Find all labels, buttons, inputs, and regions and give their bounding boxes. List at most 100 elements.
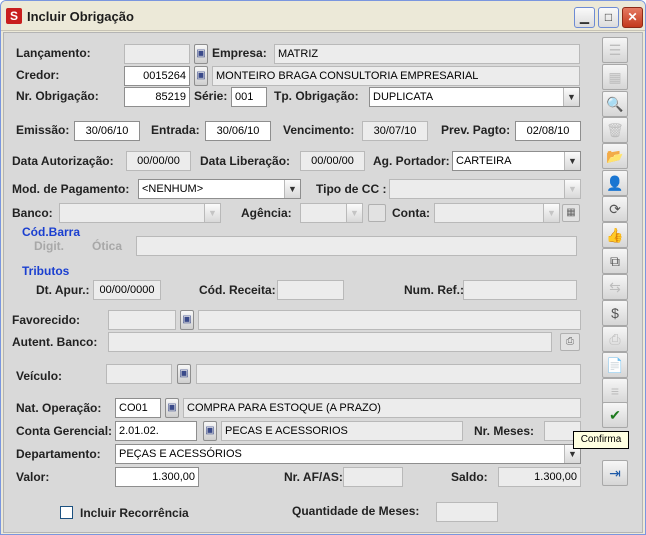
conta-gerencial-code-field[interactable]: 2.01.02. [115,421,197,441]
approve-button[interactable]: 👍 [602,222,628,248]
tp-obrigacao-select[interactable]: DUPLICATA ▼ [369,87,580,107]
window-title: Incluir Obrigação [27,9,134,24]
money-bag-icon: $ [611,305,619,321]
data-liberacao-field[interactable]: 00/00/00 [300,151,365,171]
emissao-field[interactable]: 30/06/10 [74,121,140,141]
vencimento-field[interactable]: 30/07/10 [362,121,428,141]
autent-banco-print-button[interactable]: ⎙ [560,333,580,351]
nr-af-as-field[interactable] [343,467,403,487]
chevron-down-icon[interactable]: ▼ [543,204,559,222]
nr-obrigacao-label: Nr. Obrigação: [16,89,99,103]
valor-field[interactable]: 1.300,00 [115,467,199,487]
num-ref-field[interactable] [463,280,577,300]
empresa-field[interactable]: MATRIZ [274,44,580,64]
chevron-down-icon[interactable]: ▼ [564,152,580,170]
chevron-down-icon[interactable]: ▼ [284,180,300,198]
document-button[interactable]: 📄 [602,352,628,378]
chevron-down-icon[interactable]: ▼ [564,180,580,198]
lancamento-lookup-button[interactable]: ▣ [194,44,208,64]
form-panel: Lançamento: ▣ Empresa: MATRIZ Credor: 00… [3,32,643,533]
tree-icon: ☰ [608,42,622,58]
nat-operacao-name-field[interactable]: COMPRA PARA ESTOQUE (A PRAZO) [183,398,581,418]
stack-icon: ≡ [610,383,620,399]
exit-button[interactable]: ⇥ [602,460,628,486]
cod-barra-digit-option[interactable]: Digit. [34,239,64,253]
nat-operacao-lookup-button[interactable]: ▣ [165,398,179,418]
credor-label: Credor: [16,68,60,82]
conta-label: Conta: [392,206,430,220]
chevron-down-icon[interactable]: ▼ [563,88,579,106]
lancamento-field[interactable] [124,44,190,64]
data-autorizacao-field[interactable]: 00/00/00 [126,151,191,171]
veiculo-code-field[interactable] [106,364,172,384]
preview-icon: 🔍 [606,96,624,112]
veiculo-label: Veículo: [16,369,63,383]
banco-select[interactable]: ▼ [59,203,221,223]
stack-button[interactable]: ≡ [602,378,628,404]
quantidade-meses-field[interactable] [436,502,498,522]
cod-barra-otica-option[interactable]: Ótica [92,239,122,253]
conta-select[interactable]: ▼ [434,203,560,223]
cod-barra-field[interactable] [136,236,577,256]
entrada-field[interactable]: 30/06/10 [205,121,271,141]
grid-button[interactable]: ▦ [602,64,628,90]
confirm-button[interactable]: ✔ [602,402,628,428]
user-button[interactable]: 👤 [602,170,628,196]
conta-gerencial-lookup-button[interactable]: ▣ [203,421,217,441]
saldo-field[interactable]: 1.300,00 [498,467,581,487]
saldo-label: Saldo: [451,470,488,484]
open-folder-button[interactable]: 📂 [602,143,628,169]
tree-button[interactable]: ☰ [602,37,628,63]
delete-button[interactable]: 🗑 [602,117,628,143]
minimize-button[interactable]: ▁ [574,7,595,28]
favorecido-code-field[interactable] [108,310,176,330]
empresa-label: Empresa: [212,46,267,60]
refresh-button[interactable]: ⟳ [602,196,628,222]
dt-apur-field[interactable]: 00/00/0000 [93,280,161,300]
favorecido-lookup-button[interactable]: ▣ [180,310,194,330]
chevron-down-icon[interactable]: ▼ [204,204,220,222]
tipo-cc-select[interactable]: ▼ [389,179,581,199]
credor-lookup-button[interactable]: ▣ [194,66,208,86]
incluir-recorrencia-checkbox[interactable] [60,506,73,519]
preview-button[interactable]: 🔍 [602,91,628,117]
conta-gerencial-label: Conta Gerencial: [16,424,113,438]
close-button[interactable]: ✕ [622,7,643,28]
departamento-select[interactable]: PEÇAS E ACESSÓRIOS ▼ [115,444,581,464]
incluir-recorrencia-label[interactable]: Incluir Recorrência [80,506,189,520]
serie-label: Série: [194,89,228,103]
exit-icon: ⇥ [609,465,621,481]
data-autorizacao-label: Data Autorização: [12,154,114,168]
mod-pagamento-select[interactable]: <NENHUM> ▼ [138,179,301,199]
veiculo-name-field[interactable] [196,364,581,384]
credor-name-field[interactable]: MONTEIRO BRAGA CONSULTORIA EMPRESARIAL [212,66,580,86]
copy-button[interactable]: ⧉ [602,248,628,274]
agencia-lookup-button[interactable] [368,204,386,222]
thumbs-up-icon: 👍 [606,227,624,243]
veiculo-lookup-button[interactable]: ▣ [177,364,191,384]
prev-pagto-field[interactable]: 02/08/10 [515,121,581,141]
cod-receita-field[interactable] [277,280,344,300]
transfer-button[interactable]: ⇆ [602,274,628,300]
num-ref-label: Num. Ref.: [404,283,464,297]
folder-icon: 📂 [606,148,624,164]
favorecido-name-field[interactable] [198,310,581,330]
quantidade-meses-label: Quantidade de Meses: [292,504,420,518]
chevron-down-icon[interactable]: ▼ [346,204,362,222]
title-bar: S Incluir Obrigação ▁ □ ✕ [1,1,645,31]
vencimento-label: Vencimento: [283,123,355,137]
nr-obrigacao-field[interactable]: 85219 [124,87,190,107]
conta-gerencial-name-field[interactable]: PECAS E ACESSORIOS [221,421,463,441]
autent-banco-field[interactable] [108,332,552,352]
conta-grid-button[interactable]: ▦ [562,204,580,222]
agencia-select[interactable]: ▼ [300,203,363,223]
ag-portador-value: CARTEIRA [456,155,512,167]
credor-code-field[interactable]: 0015264 [124,66,190,86]
ag-portador-select[interactable]: CARTEIRA ▼ [452,151,581,171]
serie-field[interactable]: 001 [231,87,267,107]
autent-banco-label: Autent. Banco: [12,335,98,349]
nat-operacao-code-field[interactable]: CO01 [115,398,161,418]
print-button[interactable]: ⎙ [602,326,628,352]
payment-button[interactable]: $ [602,300,628,326]
maximize-button[interactable]: □ [598,7,619,28]
